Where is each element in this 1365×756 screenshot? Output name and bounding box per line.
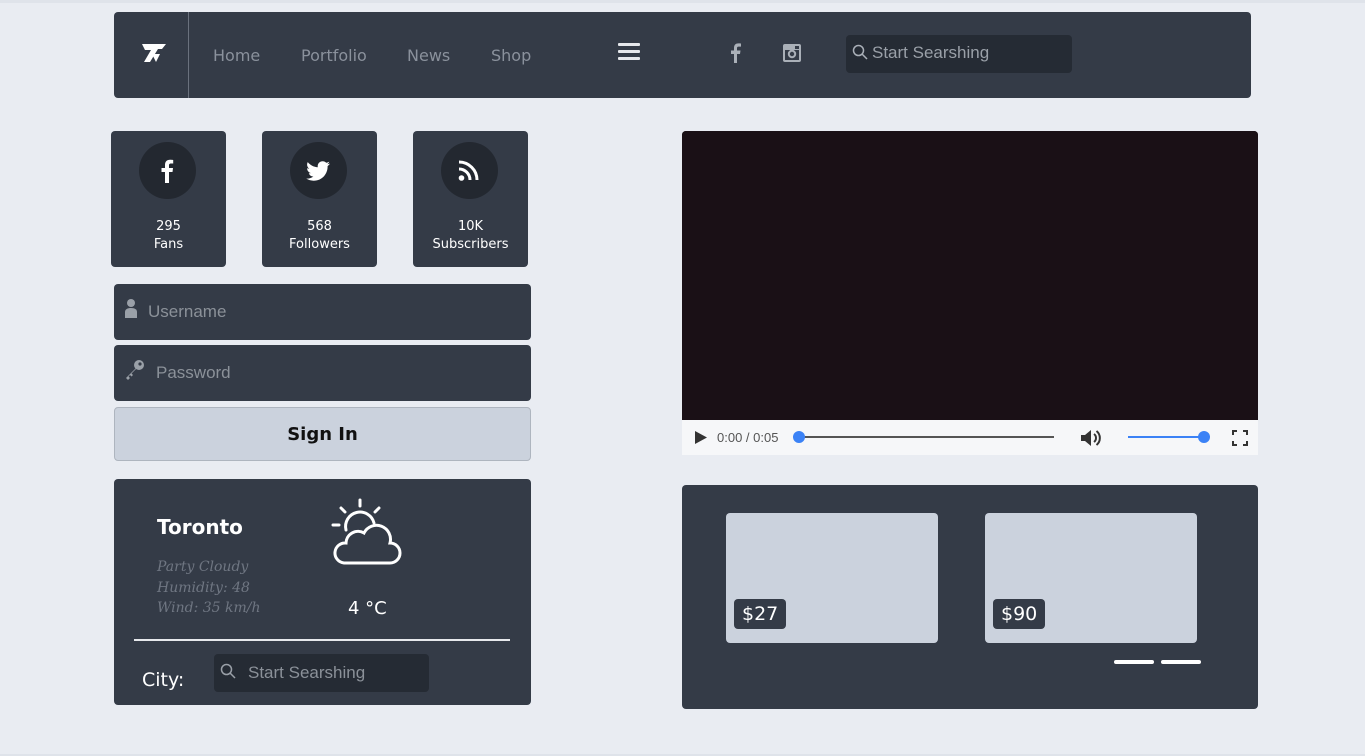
video-time: 0:00 / 0:05 (717, 430, 779, 445)
stat-label: Followers (289, 237, 350, 252)
icon-circle (441, 142, 498, 199)
password-field (114, 345, 531, 401)
video-controls: 0:00 / 0:05 (682, 420, 1258, 455)
fullscreen-icon[interactable] (1232, 430, 1248, 446)
nav-link-news[interactable]: News (407, 46, 450, 65)
sign-in-button[interactable]: Sign In (114, 407, 531, 461)
search-icon (220, 663, 236, 679)
page: Home Portfolio News Shop Start Searshing… (0, 0, 1365, 756)
volume-handle[interactable] (1198, 431, 1210, 443)
weather-temperature: 4 °C (348, 598, 387, 619)
product-price: $27 (734, 599, 787, 629)
username-field (114, 284, 531, 340)
twitter-icon (306, 161, 330, 181)
video-progress-bar[interactable] (793, 431, 1054, 443)
volume-slider[interactable] (1128, 431, 1210, 443)
partly-cloudy-icon (331, 498, 402, 565)
product-card[interactable]: $90 (985, 513, 1197, 643)
carousel-indicator[interactable] (1114, 660, 1154, 664)
progress-handle[interactable] (793, 431, 805, 443)
play-icon[interactable] (694, 430, 708, 445)
logo-icon[interactable] (140, 42, 168, 64)
volume-icon[interactable] (1080, 428, 1102, 448)
hamburger-menu-icon[interactable] (618, 43, 640, 61)
video-screen[interactable] (682, 131, 1258, 420)
video-player[interactable]: 0:00 / 0:05 (682, 131, 1258, 455)
twitter-stat-card[interactable]: 568 Followers (262, 131, 377, 267)
weather-condition: Party Cloudy (157, 559, 249, 575)
facebook-icon (161, 159, 174, 183)
carousel-indicator[interactable] (1161, 660, 1201, 664)
stat-label: Subscribers (432, 237, 509, 252)
city-label: City: (142, 669, 185, 691)
city-search-input[interactable] (248, 662, 418, 684)
icon-circle (290, 142, 347, 199)
product-price: $90 (993, 599, 1046, 629)
key-icon (126, 360, 144, 380)
city-search-box (214, 654, 429, 692)
user-icon (125, 299, 137, 318)
nav-search-box (846, 35, 1072, 73)
product-card[interactable]: $27 (726, 513, 938, 643)
instagram-icon[interactable] (782, 42, 802, 64)
rss-stat-card[interactable]: 10K Subscribers (413, 131, 528, 267)
nav-link-home[interactable]: Home (213, 46, 260, 65)
nav-search-input[interactable] (872, 42, 1062, 64)
password-input[interactable] (156, 361, 516, 385)
top-navbar: Home Portfolio News Shop (114, 12, 1251, 98)
weather-city: Toronto (157, 515, 243, 539)
nav-divider (188, 12, 189, 98)
icon-circle (139, 142, 196, 199)
weather-humidity: Humidity: 48 (157, 580, 250, 596)
nav-link-shop[interactable]: Shop (491, 46, 531, 65)
nav-link-portfolio[interactable]: Portfolio (301, 46, 367, 65)
search-icon (852, 44, 868, 60)
username-input[interactable] (148, 300, 508, 324)
rss-icon (458, 160, 479, 181)
facebook-stat-card[interactable]: 295 Fans (111, 131, 226, 267)
product-carousel: $27 $90 (682, 485, 1258, 709)
weather-divider (134, 639, 510, 641)
stat-label: Fans (153, 237, 184, 252)
weather-wind: Wind: 35 km/h (157, 600, 261, 616)
facebook-icon[interactable] (726, 42, 746, 64)
stat-count: 10K (457, 219, 484, 234)
stat-count: 568 (307, 219, 332, 234)
weather-widget: Toronto Party Cloudy Humidity: 48 Wind: … (114, 479, 531, 705)
stat-count: 295 (156, 219, 181, 234)
